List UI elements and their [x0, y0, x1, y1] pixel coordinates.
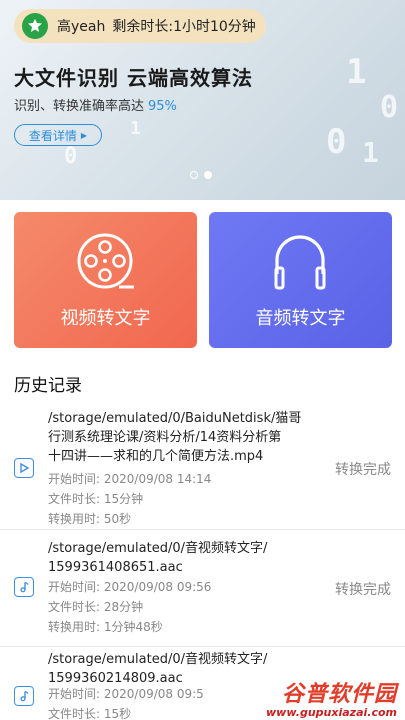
history-title: 历史记录 [14, 376, 82, 396]
file-path: /storage/emulated/0/BaiduNetdisk/猫哥 行测系统… [48, 409, 318, 466]
carousel-indicator [190, 171, 212, 179]
decorative-digit: 0 [326, 122, 347, 162]
remaining-time: 剩余时长:1小时10分钟 [112, 19, 256, 35]
file-duration: 文件时长: 15分钟 [48, 492, 144, 506]
site-watermark: 谷普软件园 www.gupuxiazai.com [225, 676, 405, 720]
banner-title: 大文件识别 云端高效算法 [14, 66, 253, 90]
play-arrow-icon: ▶ [80, 130, 88, 140]
history-item[interactable]: /storage/emulated/0/音视频转文字/ 159936140865… [0, 531, 405, 647]
film-reel-icon [77, 233, 134, 289]
leaf-icon [28, 19, 42, 32]
history-item[interactable]: /storage/emulated/0/BaiduNetdisk/猫哥 行测系统… [0, 400, 405, 530]
audio-to-text-label: 音频转文字 [255, 308, 346, 329]
convert-duration: 转换用时: 50秒 [48, 512, 132, 526]
status-badge: 转换完成 [335, 582, 391, 598]
video-file-icon [14, 458, 34, 478]
headphones-icon [274, 235, 326, 290]
video-to-text-label: 视频转文字 [60, 308, 151, 329]
file-duration: 文件时长: 28分钟 [48, 600, 144, 614]
carousel-dot[interactable] [190, 171, 198, 179]
watermark-name: 谷普软件园 [281, 682, 397, 707]
banner-subtitle: 识别、转换准确率高达 95% [14, 95, 177, 114]
carousel-dot-active[interactable] [204, 171, 212, 179]
decorative-digit: 1 [362, 136, 379, 169]
file-path: /storage/emulated/0/音视频转文字/ 159936140865… [48, 539, 318, 577]
banner-carousel[interactable]: 1 0 0 1 0 1 高yeah 剩余时长:1小时10分钟 大文件识别 云端高… [0, 0, 405, 200]
avatar [22, 13, 48, 39]
status-badge: 转换完成 [335, 462, 391, 478]
file-path-line: /storage/emulated/0/音视频转文字/ [48, 541, 268, 556]
decorative-digit: 1 [346, 52, 367, 92]
decorative-digit: 0 [380, 90, 399, 125]
audio-file-icon [14, 577, 34, 597]
audio-file-icon [14, 686, 34, 706]
decorative-digit: 1 [130, 118, 141, 139]
audio-to-text-button[interactable]: 音频转文字 [209, 212, 392, 348]
file-path-line: /storage/emulated/0/BaiduNetdisk/猫哥 [48, 411, 302, 426]
file-path-line: 行测系统理论课/资料分析/14资料分析第 [48, 430, 282, 445]
file-meta: 开始时间: 2020/09/08 14:14 文件时长: 15分钟 转换用时: … [48, 469, 211, 529]
video-to-text-button[interactable]: 视频转文字 [14, 212, 197, 348]
accuracy-value: 95% [148, 99, 177, 114]
file-meta: 开始时间: 2020/09/08 09:56 文件时长: 28分钟 转换用时: … [48, 577, 211, 637]
decorative-digit: 0 [64, 144, 78, 169]
file-meta: 开始时间: 2020/09/08 09:5 文件时长: 15秒 [48, 684, 204, 720]
file-path-line: 十四讲——求和的几个简便方法.mp4 [48, 449, 264, 464]
file-path-line: 1599361408651.aac [48, 560, 183, 575]
view-details-label: 查看详情 [28, 128, 77, 143]
file-path-line: /storage/emulated/0/音视频转文字/ [48, 652, 268, 667]
banner-subtitle-text: 识别、转换准确率高达 [14, 99, 145, 114]
start-time: 开始时间: 2020/09/08 09:56 [48, 580, 212, 594]
user-status-pill[interactable]: 高yeah 剩余时长:1小时10分钟 [14, 9, 266, 43]
start-time: 开始时间: 2020/09/08 09:5 [48, 687, 204, 701]
start-time: 开始时间: 2020/09/08 14:14 [48, 472, 212, 486]
file-duration: 文件时长: 15秒 [48, 707, 132, 720]
convert-duration: 转换用时: 1分钟48秒 [48, 620, 163, 634]
user-name: 高yeah [57, 19, 106, 35]
view-details-button[interactable]: 查看详情 ▶ [14, 124, 102, 146]
watermark-url: www.gupuxiazai.com [266, 706, 397, 719]
